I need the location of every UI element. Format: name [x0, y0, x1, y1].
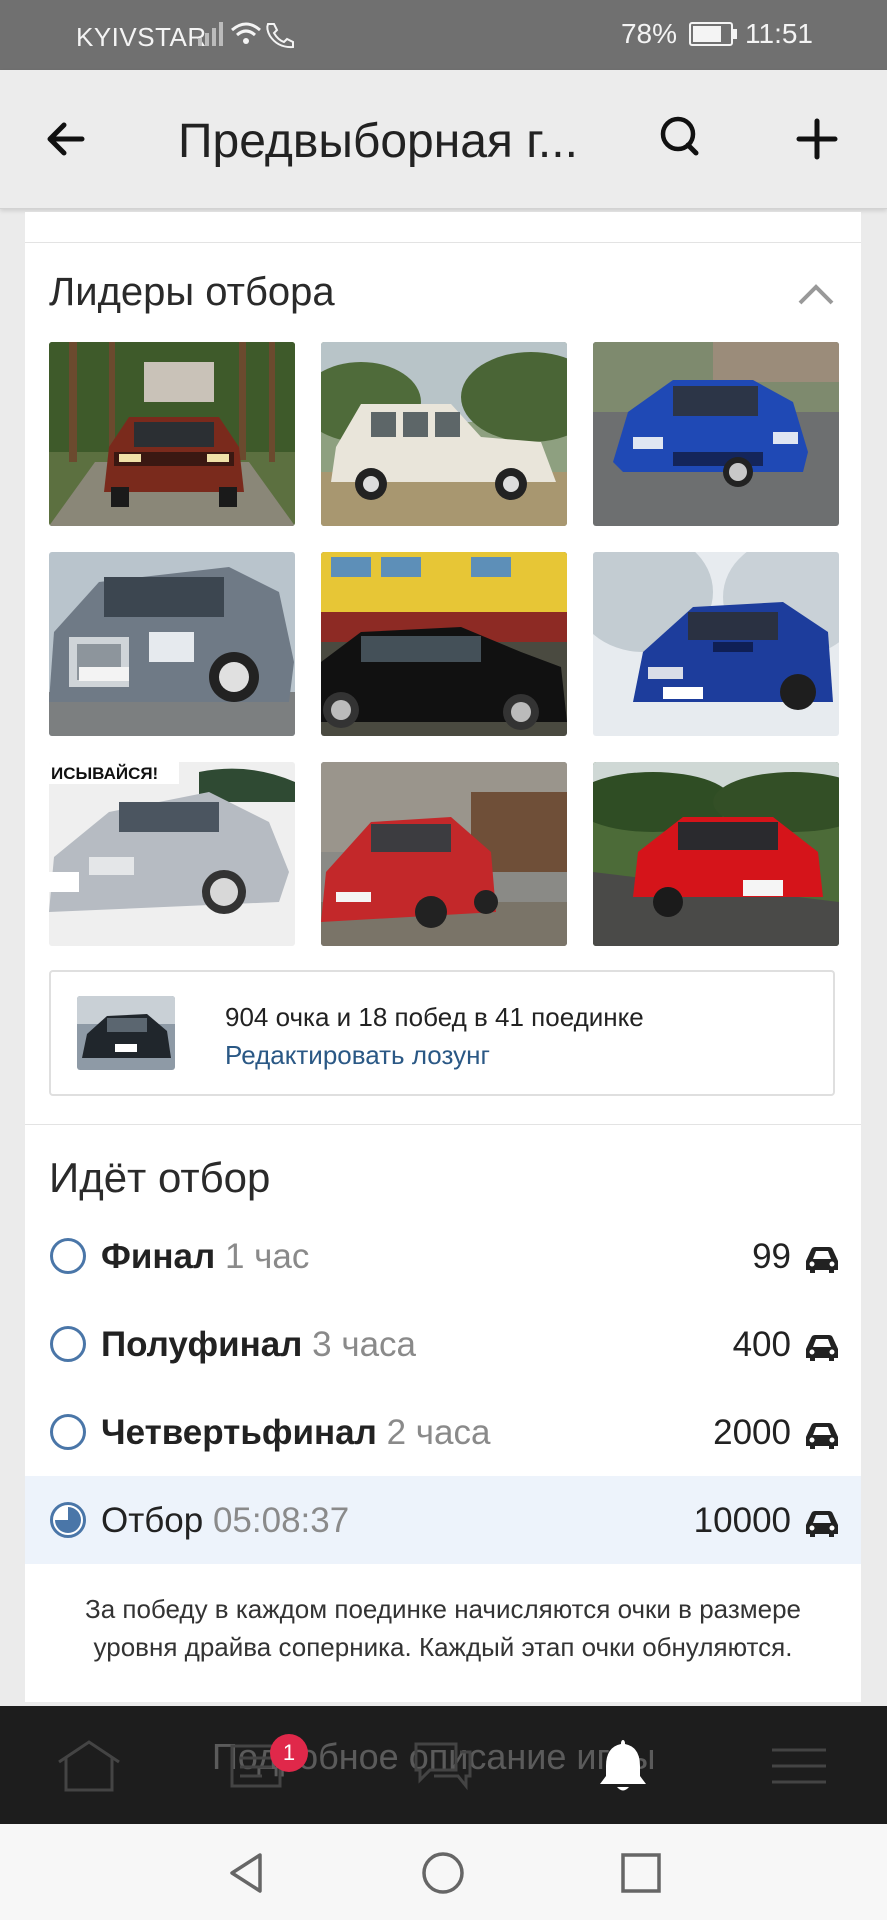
edit-slogan-link[interactable]: Редактировать лозунг [225, 1040, 490, 1071]
nav-home-icon[interactable] [420, 1850, 466, 1896]
messages-icon[interactable] [408, 1736, 478, 1796]
carrier-name: KYIVSTAR [76, 22, 207, 52]
status-bar: KYIVSTAR 78% 11:51 [0, 0, 887, 70]
stage-count: 400 [732, 1325, 791, 1364]
radio-icon [50, 1326, 86, 1362]
car-photo-golf-red[interactable] [321, 762, 567, 946]
stage-row-quarterfinal[interactable]: Четвертьфинал 2 часа 2000 [25, 1388, 861, 1476]
car-icon [806, 1335, 838, 1361]
bottom-tab-bar: Подробное описание игры [0, 1706, 887, 1824]
car-icon [806, 1423, 838, 1449]
car-photo-audi[interactable] [49, 342, 295, 526]
stage-count: 10000 [693, 1501, 791, 1540]
slogan-box: 904 очка и 18 побед в 41 поединке Редакт… [49, 970, 835, 1096]
stage-row-semifinal[interactable]: Полуфинал 3 часа 400 [25, 1300, 861, 1388]
car-photo-volvo[interactable]: ИСЫВАЙСЯ! [49, 762, 295, 946]
stage-row-selection[interactable]: Отбор 05:08:37 10000 [25, 1476, 861, 1564]
stage-label: Полуфинал 3 часа [101, 1325, 417, 1364]
progress-radio-icon [50, 1502, 86, 1538]
divider [25, 1124, 861, 1125]
slogan-stats: 904 очка и 18 побед в 41 поединке [225, 1002, 644, 1032]
nav-recents-icon[interactable] [618, 1850, 664, 1896]
stage-count: 2000 [713, 1413, 791, 1452]
stage-count: 99 [752, 1237, 791, 1276]
stage-row-final[interactable]: Финал 1 час 99 [25, 1212, 861, 1300]
arrow-left-icon[interactable] [42, 114, 92, 164]
radio-icon [50, 1238, 86, 1274]
menu-icon[interactable] [764, 1736, 834, 1796]
bell-icon[interactable] [588, 1736, 658, 1796]
car-photo-vw-blue[interactable] [593, 342, 839, 526]
divider [25, 242, 861, 243]
chevron-up-icon[interactable] [797, 282, 835, 306]
system-nav-bar [0, 1824, 887, 1920]
car-photo-bmw[interactable] [321, 552, 567, 736]
clock: 11:51 [745, 18, 813, 49]
stage-label: Финал 1 час [101, 1237, 310, 1276]
search-icon[interactable] [656, 112, 708, 164]
home-icon[interactable] [54, 1736, 124, 1796]
own-car-photo[interactable] [77, 996, 175, 1070]
selection-title: Идёт отбор [49, 1154, 271, 1201]
car-photo-mercedes[interactable] [49, 552, 295, 736]
leaders-title: Лидеры отбора [49, 270, 335, 314]
car-icon [806, 1511, 838, 1537]
car-photo-lancer[interactable] [593, 762, 839, 946]
page-title: Предвыборная г... [178, 115, 578, 168]
car-icon [806, 1247, 838, 1273]
notification-badge: 1 [270, 1734, 308, 1772]
battery-percent: 78% [620, 18, 677, 49]
stage-label: Отбор 05:08:37 [101, 1501, 350, 1540]
signal-wifi-call-icons [198, 22, 294, 49]
plus-icon[interactable] [792, 114, 842, 164]
scoring-note: За победу в каждом поединке начисляются … [84, 1594, 801, 1662]
car-photo-volga[interactable] [321, 342, 567, 526]
car-photo-subaru[interactable] [593, 552, 839, 736]
volvo-photo-banner: ИСЫВАЙСЯ! [51, 764, 158, 783]
stage-label: Четвертьфинал 2 часа [101, 1413, 491, 1452]
radio-icon [50, 1414, 86, 1450]
nav-back-icon[interactable] [224, 1850, 270, 1896]
content-card: Лидеры отбора ИСЫВАЙСЯ! 904 очка и 18 по… [25, 212, 861, 1702]
top-app-bar: Предвыборная г... [0, 70, 887, 209]
battery-icon [689, 22, 737, 46]
